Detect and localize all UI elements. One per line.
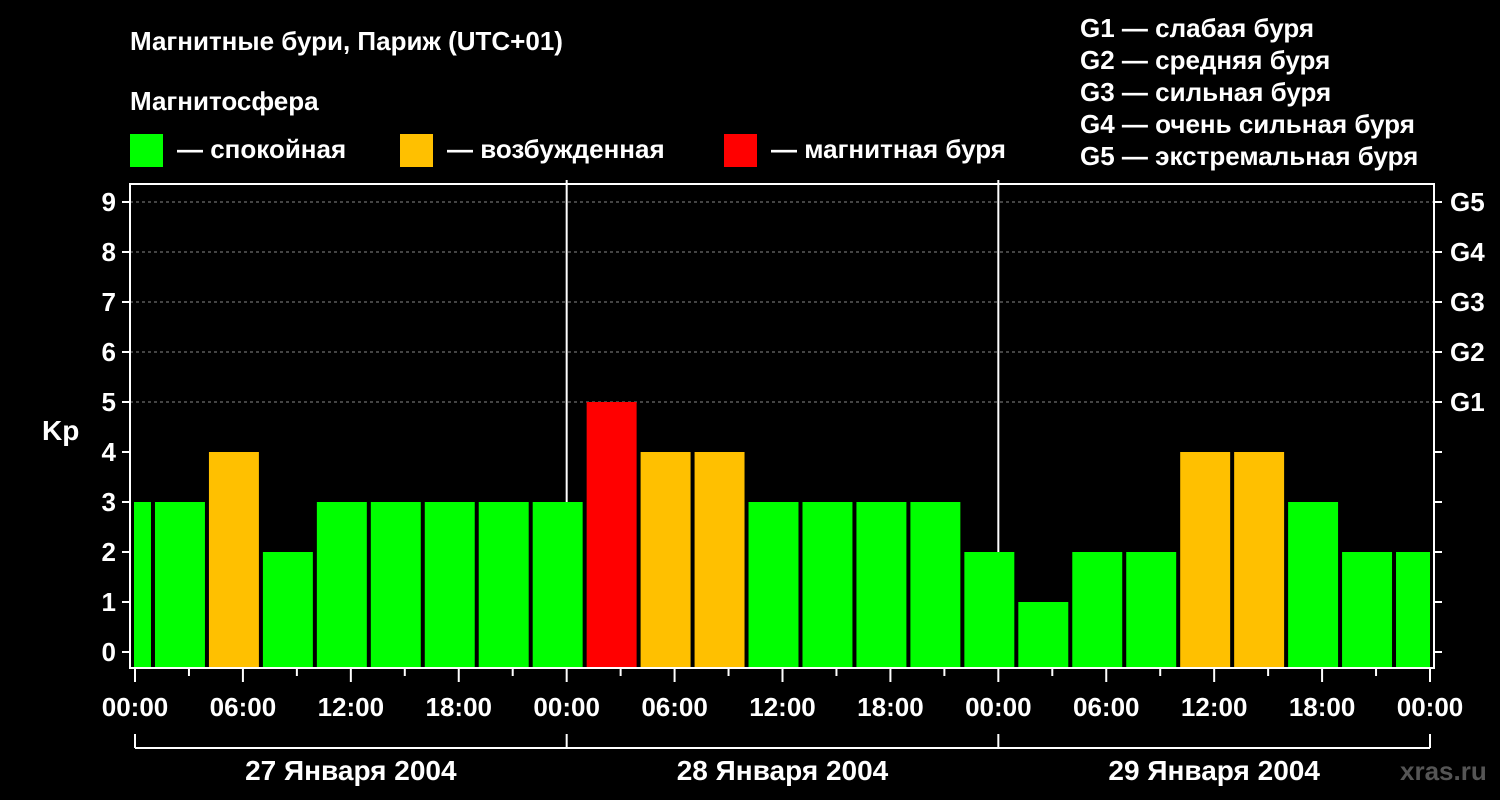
y-tick-label: 6 bbox=[102, 337, 116, 367]
g-scale-g3: G3 — сильная буря bbox=[1080, 77, 1331, 107]
kp-bar bbox=[134, 502, 151, 667]
kp-bar bbox=[856, 502, 907, 667]
x-tick-label: 00:00 bbox=[1397, 692, 1464, 722]
kp-bar bbox=[1288, 502, 1339, 667]
date-label: 29 Января 2004 bbox=[1108, 755, 1320, 786]
g-label: G3 bbox=[1450, 287, 1485, 317]
y-tick-label: 8 bbox=[102, 237, 116, 267]
x-tick-label: 12:00 bbox=[749, 692, 816, 722]
x-tick-label: 00:00 bbox=[102, 692, 169, 722]
g-label: G5 bbox=[1450, 187, 1485, 217]
x-tick-label: 00:00 bbox=[533, 692, 600, 722]
kp-bar bbox=[1180, 452, 1231, 667]
legend-label-quiet: — спокойная bbox=[177, 134, 346, 164]
chart-title: Магнитные бури, Париж (UTC+01) bbox=[130, 26, 563, 56]
kp-bar bbox=[208, 452, 259, 667]
date-label: 27 Января 2004 bbox=[245, 755, 457, 786]
kp-bar bbox=[964, 552, 1015, 667]
kp-bar bbox=[262, 552, 313, 667]
kp-bar bbox=[1396, 552, 1430, 667]
g-scale-g4: G4 — очень сильная буря bbox=[1080, 109, 1415, 139]
kp-bar bbox=[1342, 552, 1393, 667]
state-legend: — спокойная — возбужденная — магнитная б… bbox=[130, 134, 1006, 167]
x-tick-label: 18:00 bbox=[857, 692, 924, 722]
y-tick-label: 0 bbox=[102, 637, 116, 667]
x-tick-label: 12:00 bbox=[318, 692, 385, 722]
g-label: G1 bbox=[1450, 387, 1485, 417]
kp-bar bbox=[424, 502, 475, 667]
g-label: G2 bbox=[1450, 337, 1485, 367]
y-tick-label: 1 bbox=[102, 587, 116, 617]
x-tick-label: 18:00 bbox=[426, 692, 493, 722]
kp-bar bbox=[478, 502, 529, 667]
kp-bar bbox=[532, 502, 583, 667]
g-scale-g5: G5 — экстремальная буря bbox=[1080, 141, 1418, 171]
g-scale-legend: G1 — слабая буря G2 — средняя буря G3 — … bbox=[1080, 13, 1418, 171]
y-axis-label: Kp bbox=[42, 415, 79, 446]
x-tick-label: 12:00 bbox=[1181, 692, 1248, 722]
legend-label-storm: — магнитная буря bbox=[771, 134, 1006, 164]
legend-swatch-storm bbox=[724, 134, 757, 167]
x-tick-label: 06:00 bbox=[641, 692, 708, 722]
kp-bar bbox=[802, 502, 853, 667]
plot-area: 0 1 2 3 4 5 6 7 8 9 G1 G2 G3 G4 G5 Kp 00:00 06:00 12:00 18:… bbox=[42, 180, 1485, 786]
x-tick-label: 18:00 bbox=[1289, 692, 1356, 722]
y-tick-label: 4 bbox=[102, 437, 117, 467]
y-tick-label: 7 bbox=[102, 287, 116, 317]
kp-bar bbox=[694, 452, 745, 667]
kp-bar bbox=[910, 502, 961, 667]
kp-bar bbox=[640, 452, 691, 667]
kp-bar bbox=[316, 502, 367, 667]
x-tick-label: 06:00 bbox=[210, 692, 277, 722]
magnetosphere-label: Магнитосфера bbox=[130, 86, 319, 116]
g-scale-g1: G1 — слабая буря bbox=[1080, 13, 1314, 43]
x-tick-label: 06:00 bbox=[1073, 692, 1140, 722]
watermark: xras.ru bbox=[1400, 756, 1487, 786]
x-tick-label: 00:00 bbox=[965, 692, 1032, 722]
date-label: 28 Января 2004 bbox=[677, 755, 889, 786]
kp-bar bbox=[748, 502, 799, 667]
legend-swatch-quiet bbox=[130, 134, 163, 167]
kp-bar bbox=[370, 502, 421, 667]
kp-bar bbox=[1072, 552, 1123, 667]
y-tick-label: 9 bbox=[102, 187, 116, 217]
kp-bar bbox=[154, 502, 205, 667]
kp-bar bbox=[586, 402, 637, 667]
y-tick-label: 5 bbox=[102, 387, 116, 417]
kp-bar bbox=[1018, 602, 1069, 667]
kp-bar bbox=[1126, 552, 1177, 667]
kp-chart: Магнитные бури, Париж (UTC+01) Магнитосф… bbox=[42, 13, 1487, 786]
y-tick-label: 3 bbox=[102, 487, 116, 517]
legend-label-active: — возбужденная bbox=[447, 134, 665, 164]
kp-bar bbox=[1234, 452, 1285, 667]
legend-swatch-active bbox=[400, 134, 433, 167]
g-label: G4 bbox=[1450, 237, 1485, 267]
y-tick-label: 2 bbox=[102, 537, 116, 567]
g-scale-g2: G2 — средняя буря bbox=[1080, 45, 1330, 75]
